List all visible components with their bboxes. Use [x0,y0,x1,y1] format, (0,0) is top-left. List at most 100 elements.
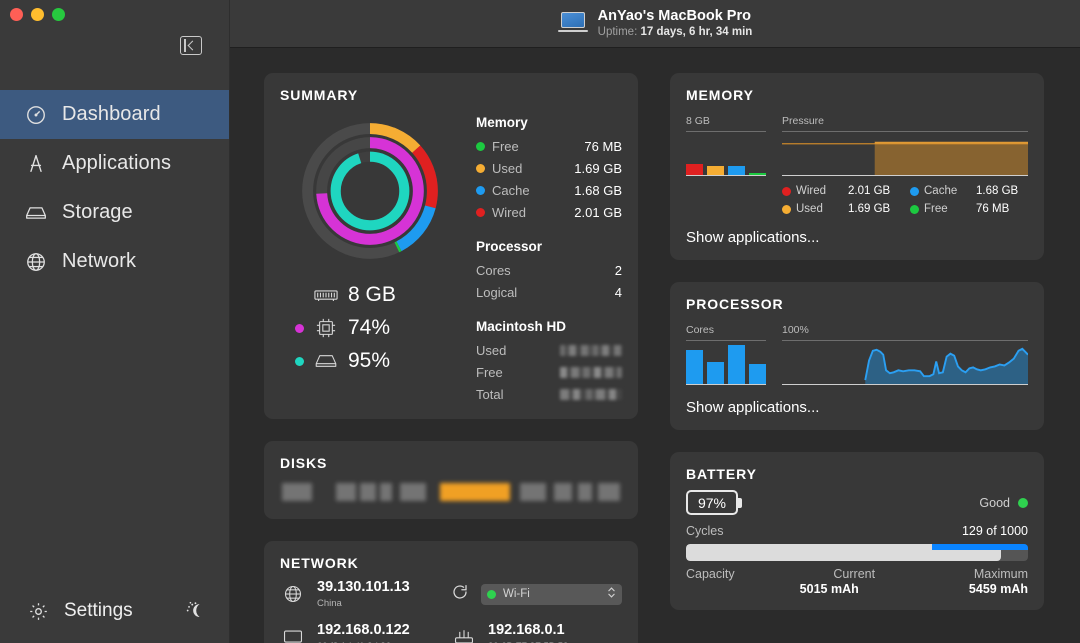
row-label: Logical [476,284,518,300]
summary-processor-heading: Processor [476,239,543,254]
summary-stat-disk: 95% [295,349,445,373]
sidebar-item-label: Storage [62,201,133,223]
bar-cache [728,165,745,175]
used-color-dot [476,163,485,173]
legend-label: Wired [796,185,827,197]
interface-selected-label: Wi-Fi [503,588,530,601]
legend-value: 1.68 GB [976,185,1019,197]
sidebar-footer: Settings [0,599,229,623]
public-ip-value: 39.130.101.13 [317,579,410,595]
memory-bars-chart [686,132,766,176]
legend-label: Free [924,203,948,215]
memory-card: MEMORY 8 GB Pressure Wired 2.01 GB Cache… [670,73,1044,260]
wired-color-dot [476,207,485,217]
free-color-dot [476,141,485,151]
sidebar-item-label: Network [62,250,137,272]
refresh-icon[interactable] [451,583,469,606]
summary-title: SUMMARY [280,87,359,103]
summary-processor-row: Logical 4 [476,281,622,303]
memory-show-applications-link[interactable]: Show applications... [686,229,1028,246]
summary-cpu-value: 74% [348,316,391,339]
processor-show-applications-link[interactable]: Show applications... [686,399,1028,416]
minimize-button[interactable] [31,8,44,21]
row-label: Cache [492,182,530,198]
row-label: Total [476,386,504,402]
battery-capacity-label: Capacity [686,567,735,581]
sidebar-item-label: Dashboard [62,103,161,125]
globe-icon [280,582,306,606]
disks-title: DISKS [280,455,328,471]
redacted-value [560,388,622,400]
gauge-icon [24,103,48,127]
battery-condition-dot [1018,497,1028,508]
network-interface-select[interactable]: Wi-Fi [481,583,622,605]
dashboard-content: SUMMARY 8 GB 74% 95% Memory Free 76 MB U… [230,48,1080,643]
processor-chart-label: 100% [782,324,809,336]
processor-bars-label: Cores [686,324,715,336]
public-ip-country: China [317,598,342,610]
sidebar-item-storage[interactable]: Storage [0,188,229,237]
cache-color-dot [476,185,485,195]
laptop-icon [280,625,306,643]
disk-icon [313,351,339,371]
row-value: 1.68 GB [574,182,622,198]
row-label: Cores [476,262,511,278]
summary-memory-heading: Memory [476,115,528,130]
row-value: 2 [614,262,622,278]
legend-value: 2.01 GB [848,185,891,197]
row-value: 1.69 GB [574,160,622,176]
summary-memory-row: Free 76 MB [476,135,622,157]
battery-condition: Good [979,496,1028,510]
memory-pressure-chart [782,132,1028,176]
legend-dot-cache [910,186,919,196]
uptime: Uptime: 17 days, 6 hr, 34 min [598,25,753,39]
sun-moon-icon[interactable] [183,599,207,623]
summary-card: SUMMARY 8 GB 74% 95% Memory Free 76 MB U… [264,73,638,419]
sidebar-nav: Dashboard Applications Storage Network [0,90,229,286]
battery-charge-indicator: 97% [686,490,742,515]
legend-value: 1.69 GB [848,203,891,215]
row-value: 4 [614,284,622,300]
sidebar-item-dashboard[interactable]: Dashboard [0,90,229,139]
processor-load-chart [782,341,1028,385]
sidebar-item-applications[interactable]: Applications [0,139,229,188]
summary-memory-row: Cache 1.68 GB [476,179,622,201]
close-button[interactable] [10,8,23,21]
apps-icon [24,152,48,176]
summary-disk-value: 95% [348,349,391,372]
collapse-sidebar-icon[interactable] [180,36,202,55]
memory-legend: Wired 2.01 GB Cache 1.68 GB Used 1.69 GB… [782,185,1028,215]
battery-cycles-row: Cycles 129 of 1000 [686,524,1028,538]
router-icon [451,625,477,643]
summary-processor-row: Cores 2 [476,259,622,281]
network-interface-row: Wi-Fi [451,579,622,610]
summary-disk-heading: Macintosh HD [476,319,567,334]
row-value: 2.01 GB [574,204,622,220]
row-value: 76 MB [584,138,622,154]
cpu-color-dot [295,323,304,333]
battery-current-value: 5015 mAh [799,582,859,596]
disks-card: DISKS [264,441,638,519]
sidebar-item-network[interactable]: Network [0,237,229,286]
battery-title: BATTERY [686,466,757,482]
legend-dot-used [782,204,791,214]
summary-memory-row: Used 1.69 GB [476,157,622,179]
summary-stat-list: 8 GB 74% 95% [295,283,445,373]
battery-maximum-value: 5459 mAh [968,582,1028,596]
ram-icon [313,285,339,305]
gear-icon[interactable] [26,599,50,623]
network-card: NETWORK 39.130.101.13 China Wi-Fi 192.16… [264,541,638,643]
zoom-button[interactable] [52,8,65,21]
processor-title: PROCESSOR [686,296,784,312]
legend-value: 76 MB [976,203,1010,215]
battery-cycles-value: 129 of 1000 [961,524,1028,538]
legend-dot-free [910,204,919,214]
battery-maximum-label: Maximum [973,567,1028,581]
settings-label[interactable]: Settings [64,600,133,622]
network-public-ip: 39.130.101.13 China [280,579,451,610]
macbook-icon [557,11,588,36]
memory-title: MEMORY [686,87,754,103]
titlebar: AnYao's MacBook Pro Uptime: 17 days, 6 h… [230,0,1080,48]
row-label: Used [476,342,507,358]
row-label: Free [492,138,519,154]
